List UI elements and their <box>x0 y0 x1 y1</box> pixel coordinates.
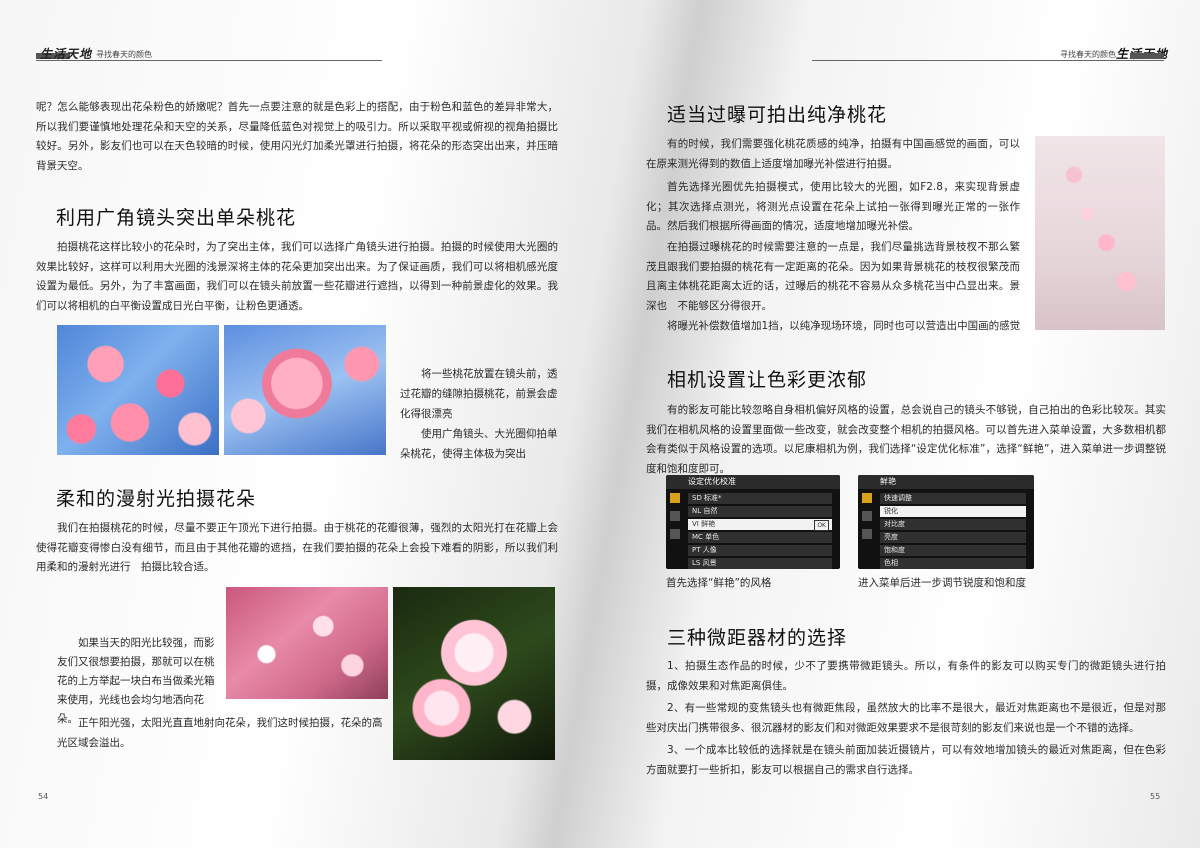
page-number-right: 55 <box>1150 792 1160 801</box>
caption-wide-angle: 使用广角镜头、大光圈仰拍单朵桃花，使得主体极为突出 <box>400 428 558 460</box>
menu-ok-badge: OK <box>814 520 829 531</box>
menu-row: PT 人像 <box>688 545 832 556</box>
menu-row: LS 风景 <box>688 558 832 569</box>
macro-paragraph-2: 2、有一些常规的变焦镜头也有微距焦段，虽然放大的比率不是很大，最近对焦距离也不是… <box>646 702 1166 734</box>
camera-menu-list: SD 标准* NL 自然 VI 鲜艳 OK MC 单色 PT 人像 LS 风景 <box>688 493 832 569</box>
section-title-diffuse-light: 柔和的漫射光拍摄花朵 <box>56 488 257 510</box>
section-title-macro-gear: 三种微距器材的选择 <box>667 627 848 649</box>
menu-row: 亮度 <box>880 532 1026 543</box>
menu-row: MC 单色 <box>688 532 832 543</box>
camera-menu-list: 快速调整 锐化 对比度 亮度 饱和度 色相 <box>880 493 1026 569</box>
menu-camera-icon <box>670 493 680 503</box>
section-body-wide-angle: 拍摄桃花这样比较小的花朵时，为了突出主体，我们可以选择广角镜头进行拍摄。拍摄的时… <box>36 241 558 312</box>
photo-overexposed-blossom <box>1035 136 1165 330</box>
camera-menu-screen-vivid: 鲜艳 快速调整 锐化 对比度 亮度 饱和度 色相 <box>858 475 1034 569</box>
menu-row: 快速调整 <box>880 493 1026 504</box>
camera-menu-title: 鲜艳 <box>858 475 1034 489</box>
menu-row: 色相 <box>880 558 1026 569</box>
page-number-left-text: 54 <box>38 792 49 801</box>
menu-tools-icon <box>862 511 872 521</box>
overexposure-caption: 将曝光补偿数值增加1挡，以纯净现场环境，同时也可以营造出中国画的感觉 <box>667 320 1021 332</box>
section-title-wide-angle: 利用广角镜头突出单朵桃花 <box>56 207 297 229</box>
page-number-left: 54 <box>38 792 48 801</box>
header-title-right: 寻找春天的颜色 <box>1060 50 1116 59</box>
intro-paragraph: 呢？怎么能够表现出花朵粉色的娇嫩呢？首先一点要注意的就是色彩上的搭配，由于粉色和… <box>36 101 558 172</box>
menu-row: 对比度 <box>880 519 1026 530</box>
macro-paragraph-3: 3、一个成本比较低的选择就是在镜头前面加装近摄镜片，可以有效地增加镜头的最近对焦… <box>646 744 1166 776</box>
camera-menu-sidebar <box>862 493 874 547</box>
caption-noon-light: 正午阳光强，太阳光直直地射向花朵，我们这时候拍摄，花朵的高光区域会溢出。 <box>57 717 383 749</box>
header-rule-left <box>36 60 382 61</box>
menu-row-selected-label: VI 鲜艳 <box>692 520 716 528</box>
photo-blossoms-noon <box>393 587 555 760</box>
menu-pencil-icon <box>670 529 680 539</box>
menu-pencil-icon <box>862 529 872 539</box>
photo-single-peach-blossom <box>224 325 386 455</box>
camera-menu-title: 设定优化校准 <box>666 475 840 489</box>
overexposure-paragraph-3: 在拍摄过曝桃花的时候需要注意的一点是，我们尽量挑选背景枝杈不那么繁茂且跟我们要拍… <box>646 241 1020 312</box>
camera-menu-sidebar <box>670 493 682 547</box>
photo-peach-blossom-foreground <box>57 325 219 455</box>
menu-row: NL 自然 <box>688 506 832 517</box>
header-title-left: 寻找春天的颜色 <box>96 50 152 59</box>
header-rule-right <box>812 60 1164 61</box>
menu-camera-icon <box>862 493 872 503</box>
photo-blossoms-diffuse <box>226 587 388 699</box>
caption-screen-sharpness: 进入菜单后进一步调节锐度和饱和度 <box>858 577 1026 589</box>
page-number-right-text: 55 <box>1150 792 1161 801</box>
macro-paragraph-1: 1、拍摄生态作品的时候，少不了要携带微距镜头。所以，有条件的影友可以购买专门的微… <box>646 660 1166 692</box>
section-title-overexposure: 适当过曝可拍出纯净桃花 <box>667 104 888 126</box>
menu-row-selected: 锐化 <box>880 506 1026 517</box>
menu-row: SD 标准* <box>688 493 832 504</box>
section-title-camera-settings: 相机设置让色彩更浓郁 <box>667 369 868 391</box>
overexposure-paragraph-2: 首先选择光圈优先拍摄模式，使用比较大的光圈，如F2.8，来实现背景虚化；其次选择… <box>646 181 1020 232</box>
header-accent-right <box>1130 53 1164 59</box>
menu-row: 饱和度 <box>880 545 1026 556</box>
menu-row-selected: VI 鲜艳 OK <box>688 519 832 531</box>
caption-foreground-blur: 将一些桃花放置在镜头前，透过花瓣的缝隙拍摄桃花，前景会虚化得很漂亮 <box>400 368 558 420</box>
overexposure-paragraph-1: 有的时候，我们需要强化桃花质感的纯净，拍摄有中国画感觉的画面，可以在原来测光得到… <box>646 138 1020 170</box>
camera-menu-screen-picture-control: 设定优化校准 SD 标准* NL 自然 VI 鲜艳 OK MC 单色 PT 人像 … <box>666 475 840 569</box>
camera-settings-body: 有的影友可能比较忽略自身相机偏好风格的设置，总会说自己的镜头不够锐，自己拍出的色… <box>646 404 1166 475</box>
menu-tools-icon <box>670 511 680 521</box>
caption-screen-vivid-style: 首先选择“鲜艳”的风格 <box>666 577 772 589</box>
section-body-diffuse-light: 我们在拍摄桃花的时候，尽量不要正午顶光下进行拍摄。由于桃花的花瓣很薄，强烈的太阳… <box>36 522 558 573</box>
